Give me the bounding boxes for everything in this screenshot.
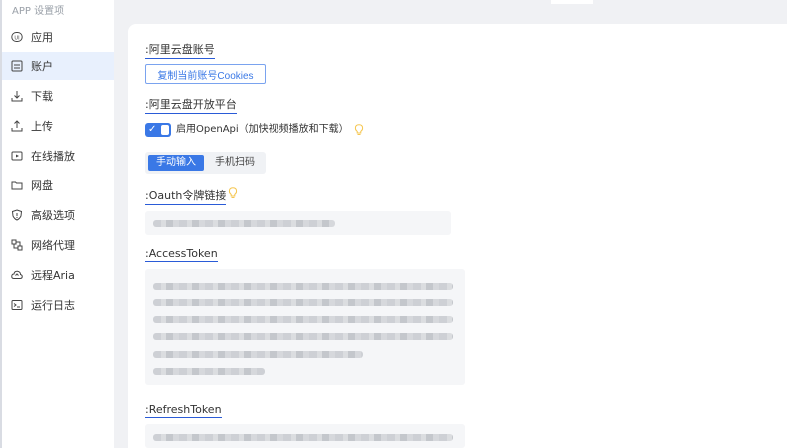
sidebar-item-advanced[interactable]: 高级选项 bbox=[2, 201, 114, 229]
redacted-text bbox=[153, 368, 265, 375]
refresh-token-textarea[interactable] bbox=[145, 424, 465, 448]
cloud-icon bbox=[11, 269, 23, 281]
sidebar-item-label: 在线播放 bbox=[31, 150, 75, 163]
folder-icon bbox=[11, 179, 23, 191]
lightbulb-icon[interactable] bbox=[354, 124, 364, 136]
openapi-toggle[interactable]: ✓ bbox=[145, 123, 171, 137]
sidebar-item-label: 下载 bbox=[31, 90, 53, 103]
upload-icon bbox=[11, 120, 23, 132]
access-token-textarea[interactable] bbox=[145, 269, 465, 385]
sidebar-item-app[interactable]: UI 应用 bbox=[2, 23, 114, 51]
sidebar-item-online-play[interactable]: 在线播放 bbox=[2, 142, 114, 170]
top-bar bbox=[114, 0, 787, 24]
redacted-text bbox=[153, 283, 453, 290]
section-title-oauth: :Oauth令牌链接 bbox=[145, 187, 227, 205]
redacted-text bbox=[153, 299, 453, 306]
sidebar-item-run-log[interactable]: 运行日志 bbox=[2, 291, 114, 319]
play-icon bbox=[11, 150, 23, 162]
sidebar-item-netdisk[interactable]: 网盘 bbox=[2, 171, 114, 199]
sidebar-item-label: 高级选项 bbox=[31, 209, 75, 222]
proxy-icon bbox=[11, 239, 23, 251]
section-title-aliyun-account: :阿里云盘账号 bbox=[145, 41, 215, 59]
section-title-open-platform: :阿里云盘开放平台 bbox=[145, 96, 237, 114]
top-tab-indicator bbox=[551, 0, 593, 4]
redacted-text bbox=[153, 333, 453, 340]
sidebar-item-label: 账户 bbox=[31, 60, 53, 73]
copy-cookies-button[interactable]: 复制当前账号Cookies bbox=[145, 64, 266, 84]
sidebar-item-label: 网盘 bbox=[31, 179, 53, 192]
sidebar-item-label: 远程Aria bbox=[31, 269, 75, 282]
sidebar-title: APP 设置项 bbox=[12, 6, 65, 17]
sidebar-item-label: 应用 bbox=[31, 31, 53, 44]
lightbulb-icon[interactable] bbox=[228, 187, 238, 199]
redacted-text bbox=[153, 434, 453, 441]
svg-text:UI: UI bbox=[14, 35, 19, 41]
sidebar: APP 设置项 UI 应用 账户 下载 上传 在线播放 网盘 高级选项 网络代理… bbox=[0, 0, 114, 448]
redacted-text bbox=[153, 316, 453, 323]
account-icon bbox=[11, 60, 23, 72]
sidebar-item-account[interactable]: 账户 bbox=[2, 52, 114, 80]
toggle-knob bbox=[161, 125, 169, 135]
openapi-toggle-label: 启用OpenApi（加快视频播放和下载） bbox=[176, 124, 349, 135]
ui-icon: UI bbox=[11, 31, 23, 43]
section-title-refresh-token: :RefreshToken bbox=[145, 403, 222, 418]
redacted-text bbox=[153, 351, 363, 358]
oauth-link-input[interactable] bbox=[145, 211, 451, 235]
sidebar-item-label: 网络代理 bbox=[31, 239, 75, 252]
sidebar-item-download[interactable]: 下载 bbox=[2, 82, 114, 110]
sidebar-item-label: 上传 bbox=[31, 120, 53, 133]
tab-manual-input[interactable]: 手动输入 bbox=[148, 155, 204, 171]
sidebar-item-label: 运行日志 bbox=[31, 299, 75, 312]
sidebar-item-upload[interactable]: 上传 bbox=[2, 112, 114, 140]
input-mode-segmented: 手动输入 手机扫码 bbox=[145, 152, 266, 174]
tab-phone-scan[interactable]: 手机扫码 bbox=[207, 155, 263, 171]
sidebar-item-remote-aria[interactable]: 远程Aria bbox=[2, 261, 114, 289]
shield-icon bbox=[11, 209, 23, 221]
redacted-text bbox=[153, 220, 335, 227]
check-icon: ✓ bbox=[148, 124, 157, 135]
terminal-icon bbox=[11, 299, 23, 311]
download-icon bbox=[11, 90, 23, 102]
sidebar-item-proxy[interactable]: 网络代理 bbox=[2, 231, 114, 259]
section-title-access-token: :AccessToken bbox=[145, 247, 218, 262]
